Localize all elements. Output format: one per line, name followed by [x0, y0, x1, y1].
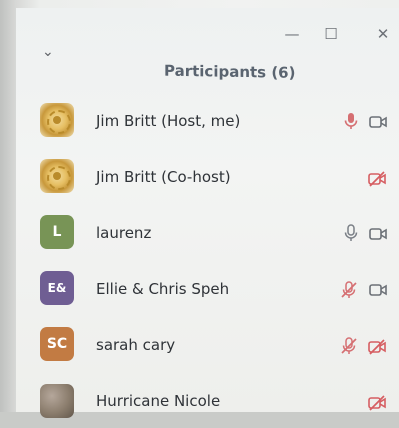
- participant-row[interactable]: Jim Britt (Co-host): [16, 152, 399, 204]
- participant-row[interactable]: SC sarah cary: [16, 320, 399, 372]
- avatar: L: [40, 215, 74, 249]
- avatar: SC: [40, 327, 74, 361]
- mic-on-icon[interactable]: [342, 224, 360, 242]
- participant-row[interactable]: E& Ellie & Chris Speh: [16, 264, 399, 316]
- rotary-avatar-icon: [40, 103, 74, 137]
- camera-on-icon[interactable]: [369, 225, 387, 243]
- participant-row[interactable]: L laurenz: [16, 208, 399, 260]
- window-titlebar: — ☐ ✕: [16, 8, 399, 54]
- participant-name: sarah cary: [96, 336, 176, 354]
- participant-row[interactable]: Hurricane Nicole: [16, 376, 399, 428]
- close-button[interactable]: ✕: [373, 24, 393, 44]
- camera-off-icon[interactable]: [368, 394, 386, 412]
- participant-name: Hurricane Nicole: [96, 392, 221, 410]
- camera-on-icon[interactable]: [369, 281, 387, 299]
- mic-on-icon[interactable]: [342, 112, 360, 130]
- participants-window: — ☐ ✕ ⌄ Participants (6) Jim Britt (Host…: [16, 8, 399, 418]
- participant-row[interactable]: Jim Britt (Host, me): [16, 96, 399, 148]
- participant-name: laurenz: [96, 224, 152, 242]
- participants-title: Participants (6): [164, 61, 296, 82]
- minimize-button[interactable]: —: [282, 24, 302, 44]
- camera-off-icon[interactable]: [368, 338, 386, 356]
- camera-off-icon[interactable]: [368, 170, 386, 188]
- mic-muted-icon[interactable]: [340, 281, 358, 299]
- photo-avatar: [40, 384, 74, 418]
- collapse-chevron-icon[interactable]: ⌄: [42, 44, 56, 60]
- avatar: E&: [40, 271, 74, 305]
- participant-name: Ellie & Chris Speh: [96, 280, 230, 298]
- participant-name: Jim Britt (Host, me): [96, 112, 241, 130]
- camera-on-icon[interactable]: [369, 113, 387, 131]
- mic-muted-icon[interactable]: [340, 337, 358, 355]
- participant-name: Jim Britt (Co-host): [96, 168, 231, 186]
- rotary-avatar-icon: [40, 159, 74, 193]
- restore-button[interactable]: ☐: [321, 24, 341, 44]
